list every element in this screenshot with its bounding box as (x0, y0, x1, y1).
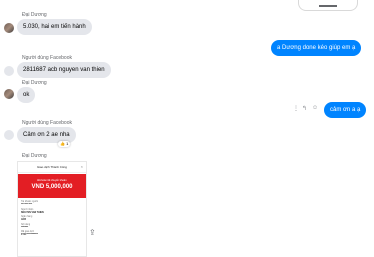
receipt-row-value: FT21************* (21, 234, 38, 236)
window-top-handle[interactable] (298, 0, 358, 11)
my-message-bubble[interactable]: cảm ơn a ạ (324, 102, 367, 118)
receipt-row-label: Tài khoản nguồn (21, 201, 39, 203)
avatar[interactable] (4, 130, 14, 140)
reply-icon[interactable]: ↰ (302, 105, 307, 112)
avatar[interactable] (4, 89, 14, 99)
message-bubble[interactable]: ok (17, 87, 36, 103)
share-icon[interactable]: ⇪ (89, 228, 96, 237)
emoji-react-icon[interactable]: ☺ (312, 105, 318, 111)
receipt-image[interactable]: Giao dịch Thành Công × Đã hoàn tất chuyể… (17, 161, 87, 257)
avatar[interactable] (4, 66, 14, 76)
receipt-row-value: *** **** **** (21, 204, 33, 206)
message-bubble[interactable]: 5.030, hai em tiến hành (17, 19, 92, 35)
receipt-row-value: ******** (21, 226, 29, 229)
reaction-badge[interactable]: 👍 1 (58, 141, 71, 147)
receipt-row: Tài khoản nguồn *** **** **** (21, 201, 83, 207)
sender-name: Người dùng Facebook (22, 120, 72, 126)
receipt-row: Mã giao dịch FT21************* (21, 231, 83, 237)
receipt-status: Đã hoàn tất chuyển khoản (37, 179, 67, 182)
avatar[interactable] (4, 23, 14, 33)
sender-name: Người dùng Facebook (22, 55, 72, 61)
receipt-details: Tài khoản nguồn *** **** **** Người nhận… (21, 201, 83, 239)
receipt-row-label: Người nhận (21, 208, 34, 211)
sender-name: Đại Dương (22, 80, 47, 86)
receipt-row: Người nhận NGUYEN VAN THIEN (21, 209, 83, 215)
receipt-row-label: Mã giao dịch (21, 231, 35, 233)
receipt-row-value: ACB (21, 219, 26, 221)
more-options-icon[interactable]: ⋮ (293, 105, 299, 112)
receipt-row: Nội dung ******** (21, 224, 83, 230)
receipt-row-value: NGUYEN VAN THIEN (21, 211, 44, 214)
receipt-title: Giao dịch Thành Công (18, 162, 86, 173)
close-icon: × (80, 164, 83, 169)
message-bubble[interactable]: 2811687 acb nguyen van thien (17, 62, 111, 78)
my-message-bubble[interactable]: a Dương done kéo giúp em ạ (271, 40, 362, 56)
sender-name: Đại Dương (22, 153, 47, 159)
receipt-row: Ngân hàng ACB (21, 216, 83, 222)
sender-name: Đại Dương (22, 12, 47, 18)
receipt-amount: VND 5,000,000 (31, 184, 73, 190)
receipt-amount-banner: Đã hoàn tất chuyển khoản VND 5,000,000 (18, 174, 86, 198)
receipt-row-label: Ngân hàng (21, 216, 33, 218)
receipt-row-label: Nội dung (21, 223, 31, 226)
